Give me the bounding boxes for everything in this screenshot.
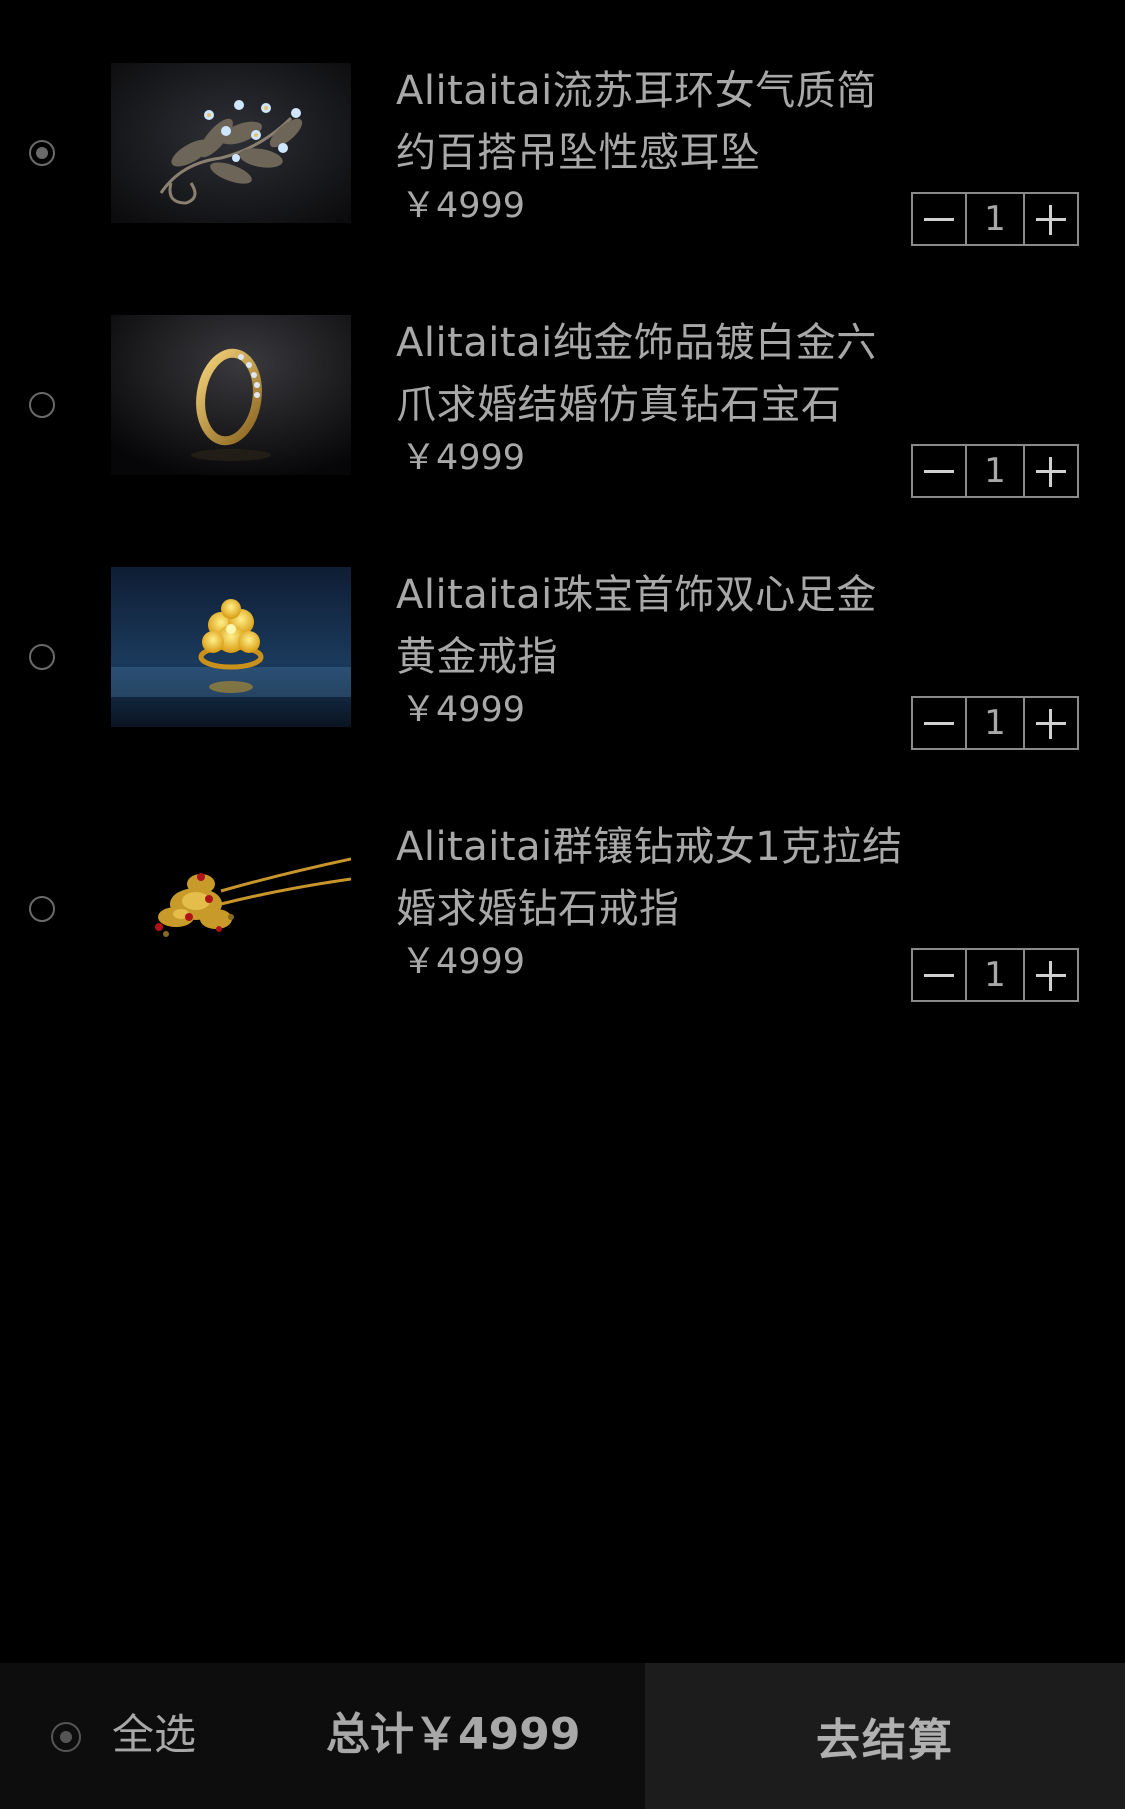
item-title-line: Alitaitai群镶钻戒女1克拉结 bbox=[396, 824, 903, 870]
decrease-button[interactable] bbox=[913, 446, 965, 496]
cart-item: Alitaitai流苏耳环女气质简 约百搭吊坠性感耳坠 ￥4999 1 bbox=[0, 60, 1125, 260]
item-title[interactable]: Alitaitai群镶钻戒女1克拉结 婚求婚钻石戒指 bbox=[396, 816, 916, 940]
ring-image[interactable] bbox=[111, 315, 351, 475]
item-title-line: 黄金戒指 bbox=[396, 634, 558, 680]
increase-button[interactable] bbox=[1025, 446, 1077, 496]
checkout-button[interactable]: 去结算 bbox=[645, 1663, 1125, 1809]
item-title[interactable]: Alitaitai流苏耳环女气质简 约百搭吊坠性感耳坠 bbox=[396, 60, 916, 184]
cart-item: Alitaitai珠宝首饰双心足金 黄金戒指 ￥4999 1 bbox=[0, 564, 1125, 764]
decrease-button[interactable] bbox=[913, 194, 965, 244]
item-title-line: 爪求婚结婚仿真钻石宝石 bbox=[396, 382, 842, 428]
increase-button[interactable] bbox=[1025, 950, 1077, 1000]
item-select-radio[interactable] bbox=[29, 644, 55, 670]
quantity-stepper[interactable]: 1 bbox=[911, 192, 1079, 246]
item-price: ￥4999 bbox=[401, 942, 526, 982]
total-amount: 总计￥4999 bbox=[326, 1709, 581, 1760]
item-title-line: 婚求婚钻石戒指 bbox=[396, 886, 680, 932]
quantity-value[interactable]: 1 bbox=[965, 446, 1025, 496]
item-price: ￥4999 bbox=[401, 438, 526, 478]
hairpin-image[interactable] bbox=[111, 819, 351, 979]
brooch-image[interactable] bbox=[111, 63, 351, 223]
select-all-label[interactable]: 全选 bbox=[112, 1707, 196, 1763]
quantity-value[interactable]: 1 bbox=[965, 698, 1025, 748]
item-price: ￥4999 bbox=[401, 186, 526, 226]
increase-button[interactable] bbox=[1025, 698, 1077, 748]
item-title[interactable]: Alitaitai珠宝首饰双心足金 黄金戒指 bbox=[396, 564, 916, 688]
select-all-radio[interactable] bbox=[51, 1722, 81, 1752]
minus-icon bbox=[924, 470, 954, 473]
quantity-stepper[interactable]: 1 bbox=[911, 696, 1079, 750]
item-select-radio[interactable] bbox=[29, 140, 55, 166]
checkout-bar: 全选 总计￥4999 去结算 bbox=[0, 1663, 1125, 1809]
cart-item: Alitaitai群镶钻戒女1克拉结 婚求婚钻石戒指 ￥4999 1 bbox=[0, 816, 1125, 1016]
item-title-line: 约百搭吊坠性感耳坠 bbox=[396, 130, 761, 176]
quantity-stepper[interactable]: 1 bbox=[911, 444, 1079, 498]
item-select-radio[interactable] bbox=[29, 392, 55, 418]
item-price: ￥4999 bbox=[401, 690, 526, 730]
item-title-line: Alitaitai流苏耳环女气质简 bbox=[396, 68, 877, 114]
item-select-radio[interactable] bbox=[29, 896, 55, 922]
quantity-stepper[interactable]: 1 bbox=[911, 948, 1079, 1002]
gold-flower-ring-image[interactable] bbox=[111, 567, 351, 727]
decrease-button[interactable] bbox=[913, 698, 965, 748]
checkout-summary: 全选 总计￥4999 bbox=[0, 1663, 645, 1809]
cart-item: Alitaitai纯金饰品镀白金六 爪求婚结婚仿真钻石宝石 ￥4999 1 bbox=[0, 312, 1125, 512]
minus-icon bbox=[924, 722, 954, 725]
item-title-line: Alitaitai珠宝首饰双心足金 bbox=[396, 572, 877, 618]
minus-icon bbox=[924, 218, 954, 221]
minus-icon bbox=[924, 974, 954, 977]
item-title-line: Alitaitai纯金饰品镀白金六 bbox=[396, 320, 877, 366]
quantity-value[interactable]: 1 bbox=[965, 950, 1025, 1000]
quantity-value[interactable]: 1 bbox=[965, 194, 1025, 244]
increase-button[interactable] bbox=[1025, 194, 1077, 244]
item-title[interactable]: Alitaitai纯金饰品镀白金六 爪求婚结婚仿真钻石宝石 bbox=[396, 312, 916, 436]
decrease-button[interactable] bbox=[913, 950, 965, 1000]
